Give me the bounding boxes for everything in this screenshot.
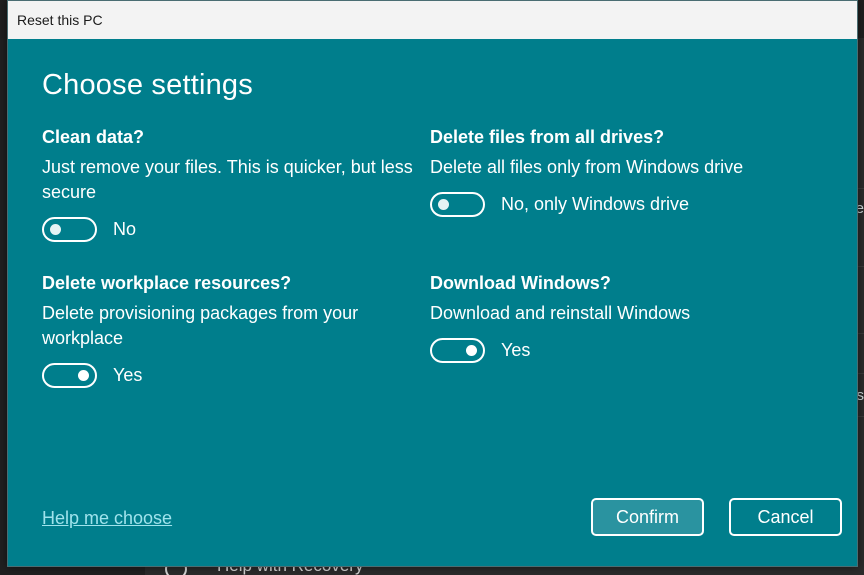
help-me-choose-link[interactable]: Help me choose [42,508,172,529]
delete-workplace-toggle-row: Yes [42,363,142,388]
toggle-knob [438,199,449,210]
download-windows-toggle[interactable] [430,338,485,363]
clean-data-description: Just remove your files. This is quicker,… [42,157,413,202]
page-title: Choose settings [42,69,253,101]
dialog-titlebar: Reset this PC [8,1,857,39]
download-windows-section: Download Windows? Download and reinstall… [430,271,815,326]
clean-data-section: Clean data? Just remove your files. This… [42,125,427,205]
clean-data-state: No [113,219,137,239]
delete-all-drives-description: Delete all files only from Windows drive [430,157,744,177]
download-windows-state: Yes [501,340,531,360]
clean-data-toggle-row: No [42,217,136,242]
delete-workplace-state: Yes [113,365,143,385]
delete-workplace-toggle[interactable] [42,363,97,388]
delete-all-drives-toggle-row: No, only Windows drive [430,192,689,217]
delete-all-drives-section: Delete files from all drives? Delete all… [430,125,815,180]
delete-workplace-section: Delete workplace resources? Delete provi… [42,271,392,351]
dialog-title: Reset this PC [17,12,103,28]
toggle-knob [78,370,89,381]
toggle-knob [466,345,477,356]
delete-all-drives-question: Delete files from all drives? [430,127,665,147]
divider [858,416,864,417]
download-windows-question: Download Windows? [430,273,611,293]
clean-data-question: Clean data? [42,127,145,147]
delete-workplace-description: Delete provisioning packages from your w… [42,303,359,348]
clean-data-toggle[interactable] [42,217,97,242]
delete-workplace-question: Delete workplace resources? [42,273,292,293]
divider [858,333,864,334]
download-windows-description: Download and reinstall Windows [430,303,691,323]
divider [858,188,864,189]
delete-all-drives-state: No, only Windows drive [501,194,690,214]
background-right-panel [858,38,864,575]
divider [858,373,864,374]
divider [858,266,864,267]
toggle-knob [50,224,61,235]
download-windows-toggle-row: Yes [430,338,530,363]
cancel-button[interactable]: Cancel [729,498,842,536]
reset-pc-dialog: Reset this PC Choose settings Clean data… [7,0,858,567]
confirm-button[interactable]: Confirm [591,498,704,536]
delete-all-drives-toggle[interactable] [430,192,485,217]
